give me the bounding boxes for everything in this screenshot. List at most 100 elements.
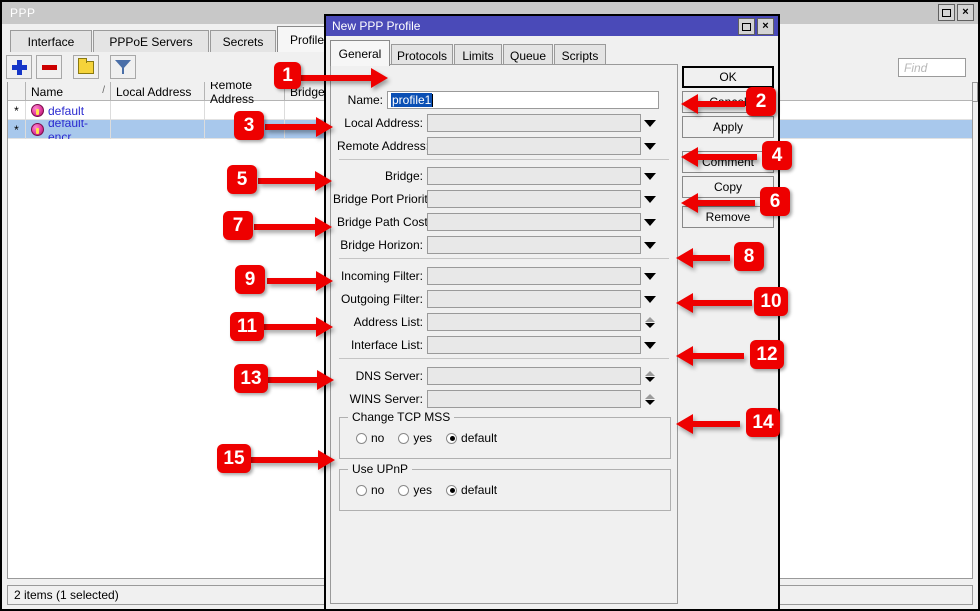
enable-button[interactable] <box>73 55 99 79</box>
name-input[interactable]: profile1 <box>387 91 659 109</box>
tcp-mss-radio-default-label: default <box>461 431 498 445</box>
column-local-address[interactable]: Local Address <box>111 82 205 101</box>
wins-server-spinner[interactable] <box>641 390 659 408</box>
name-field[interactable]: Name: profile1 <box>337 91 659 109</box>
tcp-mss-radio-yes[interactable]: yes <box>398 431 432 445</box>
local-address-dropdown-button[interactable] <box>641 114 659 132</box>
bridge-port-priority-field[interactable]: Bridge Port Priority: <box>333 190 659 208</box>
tcp-mss-radio-yes-label: yes <box>413 431 433 445</box>
use-upnp-group: Use UPnP no yes default <box>339 462 671 511</box>
bridge-path-cost-input[interactable] <box>427 213 641 231</box>
local-address-field[interactable]: Local Address: <box>337 114 659 132</box>
outgoing-filter-input[interactable] <box>427 290 641 308</box>
remote-address-dropdown-button[interactable] <box>641 137 659 155</box>
incoming-filter-field[interactable]: Incoming Filter: <box>337 267 659 285</box>
key-icon <box>31 123 44 136</box>
tab-pppoe-servers[interactable]: PPPoE Servers <box>93 30 209 52</box>
remote-address-field[interactable]: Remote Address: <box>337 137 659 155</box>
arrow-11 <box>263 317 333 337</box>
search-input[interactable]: Find <box>898 58 966 77</box>
bridge-dropdown-button[interactable] <box>641 167 659 185</box>
bridge-horizon-dropdown-button[interactable] <box>641 236 659 254</box>
tab-protocols[interactable]: Protocols <box>391 44 453 66</box>
bridge-horizon-input[interactable] <box>427 236 641 254</box>
arrow-4 <box>681 147 757 167</box>
tcp-mss-radio-no[interactable]: no <box>356 431 384 445</box>
column-flag[interactable] <box>8 82 26 101</box>
dns-server-input[interactable] <box>427 367 641 385</box>
badge-15: 15 <box>217 444 251 473</box>
dialog-titlebar: New PPP Profile × <box>326 16 778 36</box>
add-button[interactable] <box>6 55 32 79</box>
row-flag: * <box>8 120 26 139</box>
dns-server-field[interactable]: DNS Server: <box>337 367 659 385</box>
chevron-down-icon <box>645 376 655 382</box>
interface-list-input[interactable] <box>427 336 641 354</box>
bridge-horizon-field[interactable]: Bridge Horizon: <box>337 236 659 254</box>
arrow-1 <box>300 68 388 88</box>
upnp-radio-no[interactable]: no <box>356 483 384 497</box>
dns-server-label: DNS Server: <box>355 369 423 383</box>
address-list-label: Address List: <box>353 315 423 329</box>
name-input-value: profile1 <box>391 93 433 107</box>
restore-icon[interactable] <box>738 18 755 35</box>
dialog-title: New PPP Profile <box>332 19 421 33</box>
tab-general[interactable]: General <box>330 40 390 66</box>
bridge-horizon-label: Bridge Horizon: <box>340 238 423 252</box>
wins-server-input[interactable] <box>427 390 641 408</box>
close-icon[interactable]: × <box>957 4 974 21</box>
tab-queue[interactable]: Queue <box>503 44 553 66</box>
wins-server-field[interactable]: WINS Server: <box>337 390 659 408</box>
badge-3: 3 <box>234 111 264 140</box>
incoming-filter-input[interactable] <box>427 267 641 285</box>
screenshot-root: PPP × Interface PPPoE Servers Secrets Pr… <box>0 0 980 611</box>
bridge-input[interactable] <box>427 167 641 185</box>
remove-button[interactable] <box>36 55 62 79</box>
chevron-down-icon <box>644 218 656 226</box>
folder-icon <box>78 57 94 74</box>
apply-button[interactable]: Apply <box>682 116 774 138</box>
upnp-radio-no-label: no <box>371 483 385 497</box>
remote-address-input[interactable] <box>427 137 641 155</box>
address-list-input[interactable] <box>427 313 641 331</box>
dns-server-spinner[interactable] <box>641 367 659 385</box>
close-icon[interactable]: × <box>757 18 774 35</box>
tab-limits[interactable]: Limits <box>454 44 502 66</box>
tab-secrets[interactable]: Secrets <box>210 30 276 52</box>
use-upnp-legend: Use UPnP <box>348 462 413 476</box>
arrow-5 <box>258 171 332 191</box>
tab-interface[interactable]: Interface <box>10 30 92 52</box>
column-remote-address[interactable]: Remote Address <box>205 82 285 106</box>
outgoing-filter-field[interactable]: Outgoing Filter: <box>337 290 659 308</box>
change-tcp-mss-group: Change TCP MSS no yes default <box>339 410 671 459</box>
outgoing-filter-dropdown-button[interactable] <box>641 290 659 308</box>
ok-button[interactable]: OK <box>682 66 774 88</box>
bridge-path-cost-dropdown-button[interactable] <box>641 213 659 231</box>
arrow-8 <box>676 248 730 268</box>
status-text: 2 items (1 selected) <box>14 588 119 602</box>
arrow-2 <box>681 94 745 114</box>
interface-list-dropdown-button[interactable] <box>641 336 659 354</box>
upnp-radio-yes[interactable]: yes <box>398 483 432 497</box>
tab-scripts[interactable]: Scripts <box>554 44 606 66</box>
address-list-spinner[interactable] <box>641 313 659 331</box>
badge-11: 11 <box>230 312 264 341</box>
bridge-port-priority-input[interactable] <box>427 190 641 208</box>
bridge-field[interactable]: Bridge: <box>337 167 659 185</box>
interface-list-field[interactable]: Interface List: <box>337 336 659 354</box>
filter-button[interactable] <box>110 55 136 79</box>
incoming-filter-dropdown-button[interactable] <box>641 267 659 285</box>
tcp-mss-radio-default[interactable]: default <box>446 431 497 445</box>
radio-icon <box>356 432 367 444</box>
arrow-13 <box>268 370 334 390</box>
chevron-up-icon <box>645 393 655 399</box>
bridge-path-cost-field[interactable]: Bridge Path Cost: <box>337 213 659 231</box>
bridge-port-priority-dropdown-button[interactable] <box>641 190 659 208</box>
column-name[interactable]: Name / <box>26 82 111 101</box>
restore-icon[interactable] <box>938 4 955 21</box>
upnp-radio-default[interactable]: default <box>446 483 497 497</box>
badge-7: 7 <box>223 211 253 240</box>
local-address-input[interactable] <box>427 114 641 132</box>
address-list-field[interactable]: Address List: <box>337 313 659 331</box>
incoming-filter-label: Incoming Filter: <box>340 269 423 283</box>
